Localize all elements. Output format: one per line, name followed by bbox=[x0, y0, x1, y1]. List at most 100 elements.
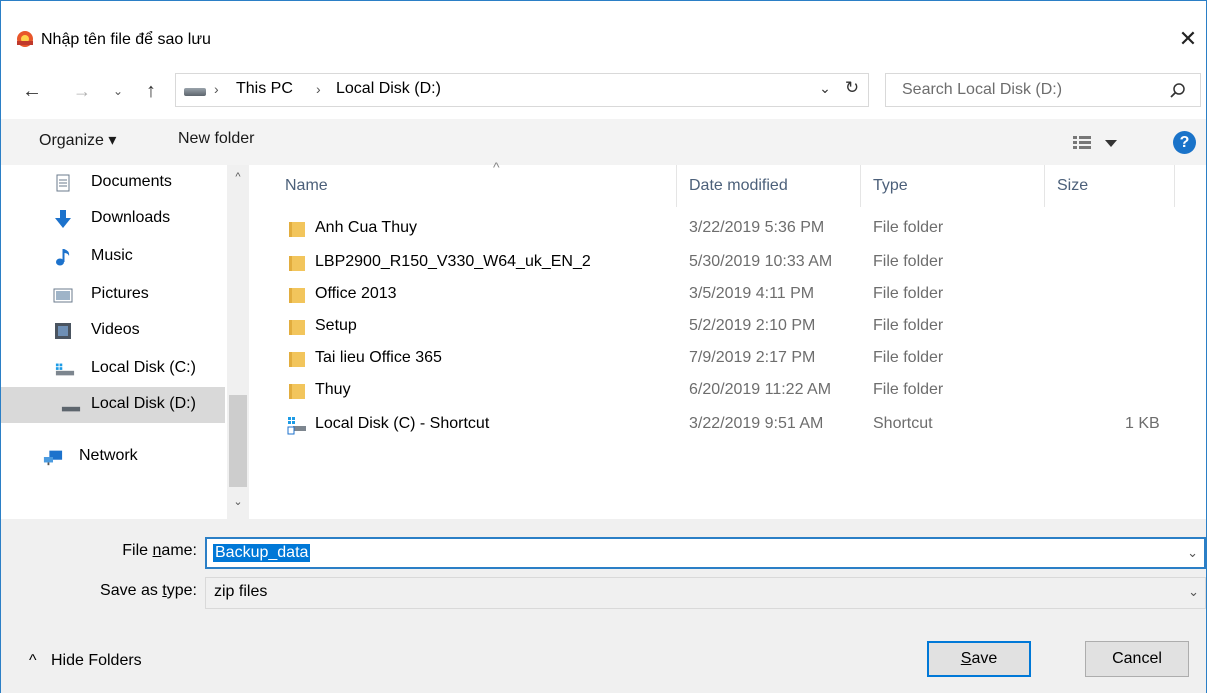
scroll-down-button[interactable]: ⌄ bbox=[227, 495, 249, 508]
chevron-down-icon[interactable]: ⌄ bbox=[1187, 545, 1198, 561]
command-toolbar: Organize ▾ New folder ? bbox=[1, 119, 1206, 165]
file-type: File folder bbox=[873, 219, 944, 236]
file-name: Local Disk (C) - Shortcut bbox=[315, 415, 490, 432]
file-row[interactable]: Office 2013 3/5/2019 4:11 PM File folder bbox=[277, 279, 1177, 311]
nav-item-label: Music bbox=[91, 247, 133, 264]
up-button[interactable]: ↑ bbox=[137, 77, 165, 105]
file-name: Setup bbox=[315, 317, 357, 334]
breadcrumb-separator: › bbox=[316, 81, 321, 97]
file-date: 5/2/2019 2:10 PM bbox=[689, 317, 816, 334]
hide-folders-button[interactable]: ^ Hide Folders bbox=[29, 652, 142, 670]
navigation-pane: Documents Downloads Music Pictures Video… bbox=[1, 165, 249, 519]
file-row[interactable]: Local Disk (C) - Shortcut 3/22/2019 9:51… bbox=[277, 409, 1177, 441]
file-list: ^ Name Date modified Type Size Anh Cua T… bbox=[249, 159, 1206, 519]
search-icon[interactable] bbox=[1169, 82, 1187, 100]
cancel-button[interactable]: Cancel bbox=[1085, 641, 1189, 677]
view-options-button[interactable] bbox=[1071, 131, 1127, 155]
videos-icon bbox=[55, 323, 71, 339]
column-label: Size bbox=[1057, 177, 1089, 194]
nav-item-music[interactable]: Music bbox=[1, 239, 225, 275]
navpane-scrollbar[interactable]: ^ ⌄ bbox=[227, 165, 249, 519]
file-date: 6/20/2019 11:22 AM bbox=[689, 381, 832, 398]
file-row[interactable]: Thuy 6/20/2019 11:22 AM File folder bbox=[277, 375, 1177, 407]
nav-item-label: Downloads bbox=[91, 209, 171, 226]
column-header-name[interactable]: ^ Name bbox=[273, 159, 677, 207]
file-date: 3/22/2019 5:36 PM bbox=[689, 219, 825, 236]
nav-item-label: Network bbox=[79, 447, 138, 464]
nav-item-local-disk-c[interactable]: Local Disk (C:) bbox=[1, 351, 225, 387]
documents-icon bbox=[56, 174, 70, 192]
file-size: 1 KB bbox=[1125, 415, 1160, 432]
folder-icon bbox=[289, 256, 305, 271]
filename-input[interactable]: Backup_data ⌄ bbox=[205, 537, 1206, 569]
save-form-panel: File name: Backup_data ⌄ Save as type: z… bbox=[1, 519, 1206, 693]
drive-icon bbox=[184, 88, 206, 96]
nav-item-downloads[interactable]: Downloads bbox=[1, 201, 225, 237]
file-row[interactable]: Anh Cua Thuy 3/22/2019 5:36 PM File fold… bbox=[277, 213, 1177, 245]
folder-icon bbox=[289, 384, 305, 399]
caret-down-icon bbox=[1105, 140, 1117, 147]
file-name: Tai lieu Office 365 bbox=[315, 349, 442, 366]
shortcut-icon bbox=[287, 417, 306, 435]
file-row[interactable]: Tai lieu Office 365 7/9/2019 2:17 PM Fil… bbox=[277, 343, 1177, 375]
recent-locations-button[interactable]: ⌄ bbox=[107, 77, 129, 105]
file-name: Anh Cua Thuy bbox=[315, 219, 417, 236]
file-date: 3/5/2019 4:11 PM bbox=[689, 285, 815, 302]
nav-item-label: Pictures bbox=[91, 285, 149, 302]
folder-icon bbox=[289, 352, 305, 367]
column-header-date-modified[interactable]: Date modified bbox=[677, 165, 861, 207]
save-as-type-select[interactable]: zip files ⌄ bbox=[205, 577, 1206, 609]
nav-item-pictures[interactable]: Pictures bbox=[1, 277, 225, 313]
chevron-up-icon: ^ bbox=[29, 652, 37, 669]
file-type: File folder bbox=[873, 285, 944, 302]
folder-icon bbox=[289, 320, 305, 335]
close-button[interactable]: ✕ bbox=[1173, 25, 1203, 55]
network-icon bbox=[43, 450, 63, 466]
address-dropdown-button[interactable]: ⌄ bbox=[814, 80, 836, 97]
address-bar[interactable]: › This PC › Local Disk (D:) ⌄ ↻ bbox=[175, 73, 869, 107]
save-button[interactable]: Save bbox=[927, 641, 1031, 677]
scrollbar-thumb[interactable] bbox=[229, 395, 247, 487]
breadcrumb-separator: › bbox=[214, 81, 219, 97]
help-button[interactable]: ? bbox=[1173, 131, 1196, 154]
file-row[interactable]: Setup 5/2/2019 2:10 PM File folder bbox=[277, 311, 1177, 343]
file-date: 5/30/2019 10:33 AM bbox=[689, 253, 833, 270]
back-button[interactable]: ← bbox=[17, 77, 47, 105]
nav-item-network[interactable]: Network bbox=[1, 439, 225, 475]
chevron-down-icon: ⌄ bbox=[819, 80, 831, 96]
column-header-type[interactable]: Type bbox=[861, 165, 1045, 207]
new-folder-button[interactable]: New folder bbox=[178, 130, 254, 148]
column-label: Date modified bbox=[689, 177, 788, 194]
chevron-down-icon: ⌄ bbox=[112, 84, 124, 98]
nav-item-label: Videos bbox=[91, 321, 140, 338]
breadcrumb-this-pc[interactable]: This PC bbox=[236, 80, 293, 98]
column-header-size[interactable]: Size bbox=[1045, 165, 1175, 207]
save-dialog: Nhập tên file để sao lưu ✕ ← → ⌄ ↑ › Thi… bbox=[0, 0, 1207, 693]
nav-item-videos[interactable]: Videos bbox=[1, 313, 225, 349]
refresh-button[interactable]: ↻ bbox=[840, 78, 864, 98]
downloads-icon bbox=[55, 210, 71, 228]
hide-folders-label: Hide Folders bbox=[50, 652, 142, 669]
nav-item-local-disk-d[interactable]: Local Disk (D:) bbox=[1, 387, 225, 423]
savetype-label: Save as type: bbox=[100, 582, 197, 599]
forward-button[interactable]: → bbox=[69, 77, 95, 105]
scroll-up-button[interactable]: ^ bbox=[227, 171, 249, 183]
windows-drive-icon bbox=[55, 363, 75, 376]
folder-icon bbox=[289, 288, 305, 303]
file-row[interactable]: LBP2900_R150_V330_W64_uk_EN_2 5/30/2019 … bbox=[277, 247, 1177, 279]
refresh-icon: ↻ bbox=[844, 78, 860, 97]
column-label: Type bbox=[873, 177, 908, 194]
back-arrow-icon: ← bbox=[22, 80, 42, 102]
nav-item-documents[interactable]: Documents bbox=[1, 165, 225, 201]
nav-item-label: Local Disk (D:) bbox=[91, 395, 196, 412]
search-box[interactable]: Search Local Disk (D:) bbox=[885, 73, 1201, 107]
sort-ascending-icon: ^ bbox=[493, 159, 500, 175]
chevron-down-icon[interactable]: ⌄ bbox=[1188, 584, 1199, 600]
breadcrumb-local-disk-d[interactable]: Local Disk (D:) bbox=[336, 80, 441, 98]
pictures-icon bbox=[53, 288, 73, 303]
organize-button[interactable]: Organize ▾ bbox=[39, 130, 116, 150]
search-input[interactable]: Search Local Disk (D:) bbox=[902, 81, 1062, 99]
nav-item-label: Local Disk (C:) bbox=[91, 359, 196, 376]
music-icon bbox=[56, 249, 70, 266]
close-icon: ✕ bbox=[1178, 26, 1198, 51]
